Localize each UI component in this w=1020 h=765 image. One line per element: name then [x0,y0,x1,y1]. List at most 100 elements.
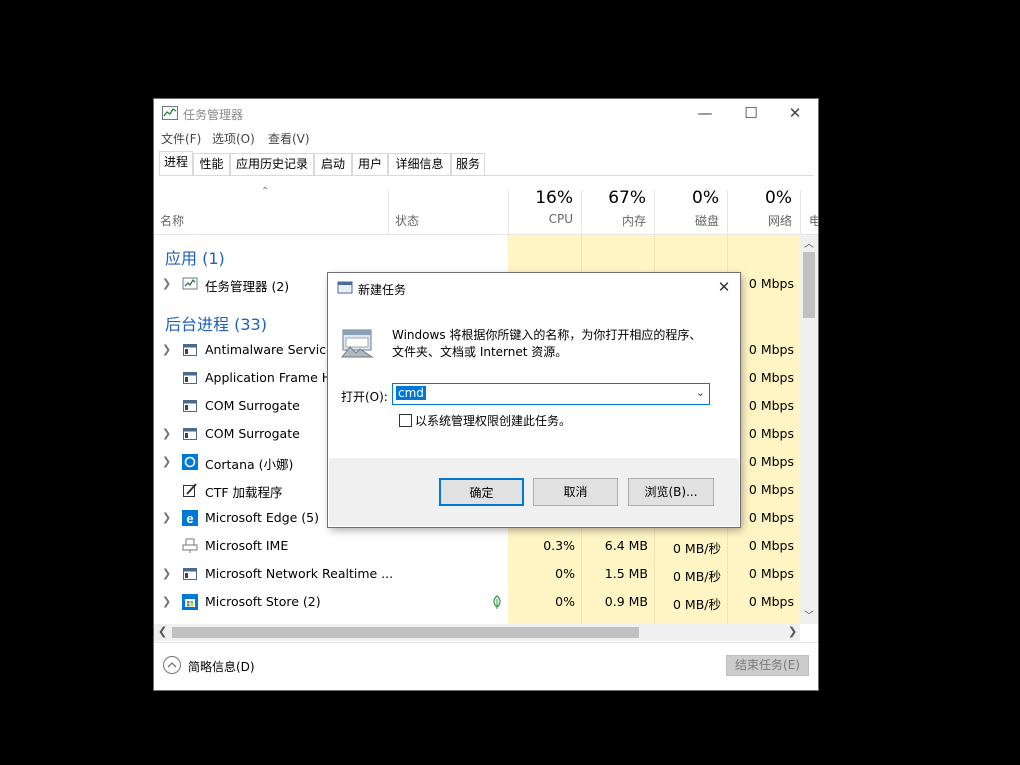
tab-details[interactable]: 详细信息 [388,153,451,175]
scroll-left-icon[interactable]: ❮ [158,625,167,638]
description-line-2: 文件夹、文档或 Internet 资源。 [392,345,568,359]
table-row[interactable]: ❯ Microsoft Network Realtime ... 0 MB/秒 … [154,560,800,588]
net-value: 0 Mbps [748,510,794,525]
open-combobox[interactable]: cmd ⌄ [392,383,710,405]
expand-icon[interactable]: ❯ [162,277,171,290]
process-name: Application Frame Ho [205,370,339,385]
tab-performance[interactable]: 性能 [193,153,230,175]
expand-icon[interactable]: ❯ [162,427,171,440]
column-divider[interactable] [800,190,801,234]
scroll-down-icon[interactable]: ﹀ [804,607,814,622]
tab-strip: 进程 性能 应用历史记录 启动 用户 详细信息 服务 [159,151,813,176]
close-button[interactable]: ✕ [772,99,818,127]
run-dialog-icon [337,281,353,294]
expand-icon[interactable]: ❯ [162,595,171,608]
column-header-row: ⌃ 名称 状态 16% CPU 67% 内存 0% 磁盘 0% 网络 电 [154,184,818,235]
net-value: 0 Mbps [748,276,794,291]
column-network[interactable]: 0% 网络 [728,184,800,234]
task-manager-icon [182,277,198,290]
admin-checkbox-label[interactable]: 以系统管理权限创建此任务。 [415,412,571,429]
process-name: 任务管理器 (2) [205,279,290,294]
net-value: 0 Mbps [748,426,794,441]
dialog-close-button[interactable]: ✕ [710,275,738,299]
horizontal-scroll-thumb[interactable] [172,627,639,638]
tab-users[interactable]: 用户 [352,153,388,175]
process-name: COM Surrogate [205,426,300,441]
scroll-right-icon[interactable]: ❯ [788,625,797,638]
expand-icon[interactable]: ❯ [162,455,171,468]
column-disk[interactable]: 0% 磁盘 [655,184,727,234]
process-name: Microsoft Store (2) [205,594,321,609]
title-bar: 任务管理器 — ☐ ✕ [154,99,818,127]
process-name: Microsoft Edge (5) [205,510,319,525]
cancel-button[interactable]: 取消 [533,478,618,506]
table-row[interactable]: ❯ Microsoft Store (2) 0% 0.9 MB 0 MB/秒 0… [154,588,800,616]
collapse-up-icon [163,656,181,674]
maximize-button[interactable]: ☐ [728,99,774,127]
memory-total: 67% [608,188,646,208]
horizontal-scrollbar[interactable]: ❮ ❯ [154,624,800,641]
task-manager-icon [162,106,178,120]
cpu-value: 0% [555,566,575,581]
store-icon [182,594,198,610]
table-row[interactable]: Microsoft IME 0.3% 6.4 MB 0 MB/秒 0 Mbps [154,532,800,560]
expand-icon[interactable]: ❯ [162,511,171,524]
window-icon [183,428,197,440]
leaf-status-icon [493,595,501,609]
group-background[interactable]: 后台进程 (33) [165,311,267,335]
process-name: COM Surrogate [205,398,300,413]
tab-app-history[interactable]: 应用历史记录 [230,153,314,175]
ctf-pen-icon [183,483,197,497]
browse-button[interactable]: 浏览(B)... [628,478,714,506]
group-apps[interactable]: 应用 (1) [165,245,225,269]
end-task-button[interactable]: 结束任务(E) [726,655,809,676]
window-title: 任务管理器 [183,108,244,122]
ok-button[interactable]: 确定 [439,478,524,506]
process-name: Microsoft Network Realtime ... [205,566,394,581]
window-icon [183,344,197,356]
memory-value: 6.4 MB [604,538,648,553]
run-program-icon [340,329,374,358]
net-value: 0 Mbps [748,482,794,497]
admin-checkbox[interactable] [399,414,412,427]
fewer-details-label: 简略信息(D) [188,660,255,674]
open-input[interactable]: cmd [396,386,426,400]
column-name-label: 名称 [160,214,185,228]
net-value: 0 Mbps [748,594,794,609]
tab-startup[interactable]: 启动 [314,153,352,175]
menu-file[interactable]: 文件(F) [161,130,201,147]
expand-icon[interactable]: ❯ [162,343,171,356]
column-cpu[interactable]: 16% CPU [509,184,581,234]
memory-value: 1.5 MB [604,566,648,581]
cpu-total: 16% [535,188,573,208]
dialog-button-area: 确定 取消 浏览(B)... [329,458,739,526]
tab-services[interactable]: 服务 [451,153,485,175]
disk-value: 0 MB/秒 [673,541,721,556]
process-name: Cortana (小娜) [205,457,294,472]
open-label: 打开(O): [341,390,388,404]
column-power-label[interactable]: 电 [809,212,818,229]
disk-value: 0 MB/秒 [673,569,721,584]
window-icon [183,372,197,384]
vertical-scroll-thumb[interactable] [803,252,815,318]
network-label: 网络 [767,214,792,228]
tab-processes[interactable]: 进程 [159,151,193,175]
vertical-scrollbar[interactable]: ︿ ﹀ [800,235,818,624]
process-name: Antimalware Service E [205,342,346,357]
column-memory[interactable]: 67% 内存 [582,184,654,234]
net-value: 0 Mbps [748,342,794,357]
minimize-button[interactable]: — [682,99,728,127]
column-status-label: 状态 [395,214,420,228]
menu-options[interactable]: 选项(O) [212,130,255,147]
net-value: 0 Mbps [748,370,794,385]
dialog-description: Windows 将根据你所键入的名称，为你打开相应的程序、 文件夹、文档或 In… [392,327,701,361]
chevron-down-icon[interactable]: ⌄ [696,386,705,399]
expand-icon[interactable]: ❯ [162,567,171,580]
network-total: 0% [765,188,792,208]
menu-view[interactable]: 查看(V) [268,130,310,147]
dialog-title: 新建任务 [358,283,407,297]
column-name[interactable]: 名称 [154,184,388,234]
memory-value: 0.9 MB [604,594,648,609]
column-status[interactable]: 状态 [389,184,508,234]
scroll-up-icon[interactable]: ︿ [804,235,814,250]
